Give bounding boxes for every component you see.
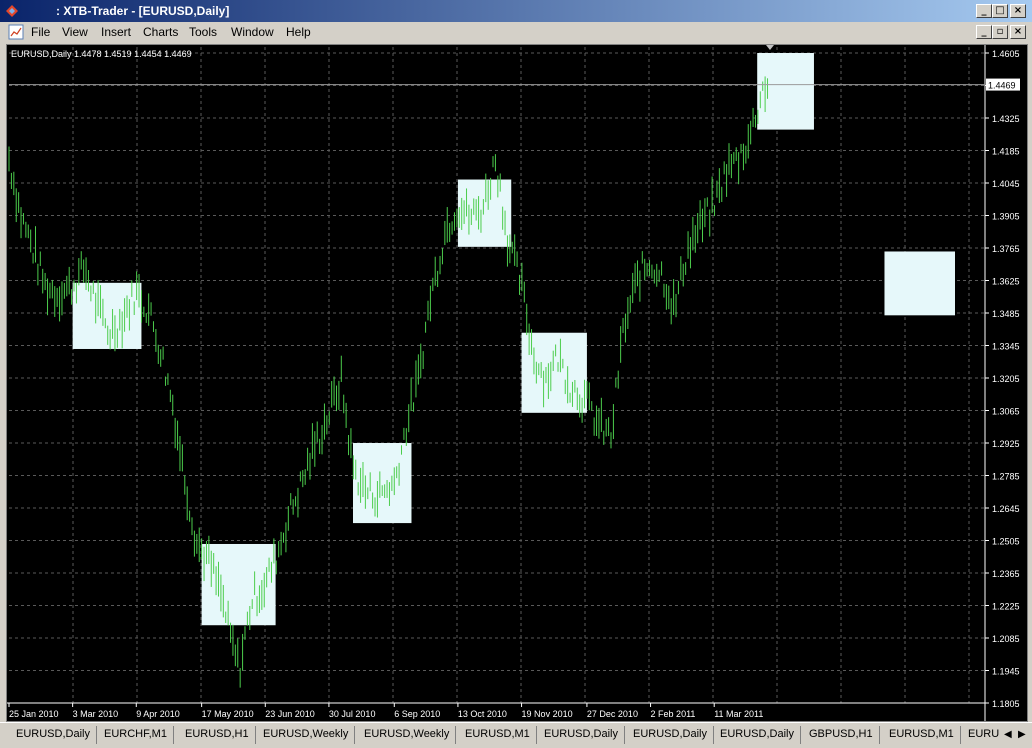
current-price-label: 1.4469 xyxy=(988,81,1016,91)
tab-chart[interactable]: EURUSD,M1 xyxy=(883,726,961,744)
child-restore-button[interactable]: ▫ xyxy=(992,25,1008,39)
y-tick-label: 1.2645 xyxy=(992,504,1020,514)
child-minimize-button[interactable]: _ xyxy=(976,25,992,39)
tab-chart[interactable]: EURUSD,Daily xyxy=(627,726,714,744)
x-tick-label: 2 Feb 2011 xyxy=(651,709,696,719)
menu-view[interactable]: View xyxy=(62,25,88,39)
y-tick-label: 1.4605 xyxy=(992,49,1020,59)
child-close-button[interactable]: × xyxy=(1010,25,1026,39)
y-tick-label: 1.2925 xyxy=(992,439,1020,449)
chart-background xyxy=(7,45,1027,721)
title-bar: : XTB-Trader - [EURUSD,Daily] _ □ × xyxy=(0,0,1032,22)
app-icon xyxy=(6,5,18,17)
y-tick-label: 1.1945 xyxy=(992,667,1020,677)
range-box xyxy=(353,443,412,524)
y-tick-label: 1.3065 xyxy=(992,407,1020,417)
maximize-button[interactable]: □ xyxy=(992,4,1008,18)
x-tick-label: 11 Mar 2011 xyxy=(714,709,763,719)
y-tick-label: 1.3765 xyxy=(992,244,1020,254)
window-title: : XTB-Trader - [EURUSD,Daily] xyxy=(56,4,230,18)
x-tick-label: 25 Jan 2010 xyxy=(9,709,59,719)
y-tick-label: 1.3625 xyxy=(992,277,1020,287)
tab-chart[interactable]: EURU xyxy=(962,726,1005,744)
chart-window[interactable]: 1.46051.44651.43251.41851.40451.39051.37… xyxy=(6,44,1028,722)
y-tick-label: 1.3905 xyxy=(992,212,1020,222)
tab-chart[interactable]: EURUSD,M1 xyxy=(459,726,537,744)
tab-chart[interactable]: EURUSD,Weekly xyxy=(257,726,356,744)
menu-bar: File View Insert Charts Tools Window Hel… xyxy=(0,22,1032,42)
tab-chart[interactable]: EURCHF,M1 xyxy=(98,726,174,744)
y-tick-label: 1.1805 xyxy=(992,699,1020,709)
x-tick-label: 30 Jul 2010 xyxy=(329,709,376,719)
range-box xyxy=(72,282,142,349)
menu-help[interactable]: Help xyxy=(286,25,311,39)
menu-window[interactable]: Window xyxy=(231,25,274,39)
y-tick-label: 1.2365 xyxy=(992,569,1020,579)
close-button[interactable]: × xyxy=(1010,4,1026,18)
tab-scroll-left-icon[interactable]: ◀ xyxy=(1004,729,1012,740)
y-tick-label: 1.4185 xyxy=(992,147,1020,157)
chart-document-icon[interactable] xyxy=(8,24,24,40)
y-tick-label: 1.2785 xyxy=(992,472,1020,482)
x-tick-label: 6 Sep 2010 xyxy=(394,709,440,719)
y-tick-label: 1.2085 xyxy=(992,634,1020,644)
x-tick-label: 23 Jun 2010 xyxy=(265,709,315,719)
x-tick-label: 3 Mar 2010 xyxy=(73,709,119,719)
x-tick-label: 19 Nov 2010 xyxy=(522,709,573,719)
tab-chart[interactable]: EURUSD,Daily xyxy=(714,726,801,744)
tab-scroll-right-icon[interactable]: ▶ xyxy=(1018,729,1026,740)
y-tick-label: 1.4325 xyxy=(992,114,1020,124)
y-tick-label: 1.3485 xyxy=(992,309,1020,319)
chart-tabs-bar: EURUSD,Daily EURCHF,M1 EURUSD,H1 EURUSD,… xyxy=(0,722,1032,748)
y-tick-label: 1.2505 xyxy=(992,537,1020,547)
minimize-button[interactable]: _ xyxy=(976,4,992,18)
tab-chart[interactable]: EURUSD,H1 xyxy=(179,726,256,744)
tab-chart[interactable]: EURUSD,Daily xyxy=(10,726,97,744)
chart-header-ohlc: EURUSD,Daily 1.4478 1.4519 1.4454 1.4469 xyxy=(11,49,192,59)
x-tick-label: 27 Dec 2010 xyxy=(587,709,638,719)
x-tick-label: 9 Apr 2010 xyxy=(136,709,180,719)
tab-chart[interactable]: GBPUSD,H1 xyxy=(803,726,880,744)
tab-chart[interactable]: EURUSD,Daily xyxy=(538,726,625,744)
y-tick-label: 1.4045 xyxy=(992,179,1020,189)
menu-insert[interactable]: Insert xyxy=(101,25,131,39)
menu-tools[interactable]: Tools xyxy=(189,25,217,39)
range-box xyxy=(457,179,512,247)
y-tick-label: 1.2225 xyxy=(992,602,1020,612)
x-tick-label: 13 Oct 2010 xyxy=(458,709,507,719)
menu-charts[interactable]: Charts xyxy=(143,25,178,39)
x-tick-label: 17 May 2010 xyxy=(202,709,254,719)
range-box xyxy=(757,53,814,130)
tab-chart[interactable]: EURUSD,Weekly xyxy=(358,726,457,744)
range-box xyxy=(884,251,955,316)
y-tick-label: 1.3345 xyxy=(992,342,1020,352)
menu-file[interactable]: File xyxy=(31,25,50,39)
price-chart[interactable]: 1.46051.44651.43251.41851.40451.39051.37… xyxy=(7,45,1027,721)
y-tick-label: 1.3205 xyxy=(992,374,1020,384)
